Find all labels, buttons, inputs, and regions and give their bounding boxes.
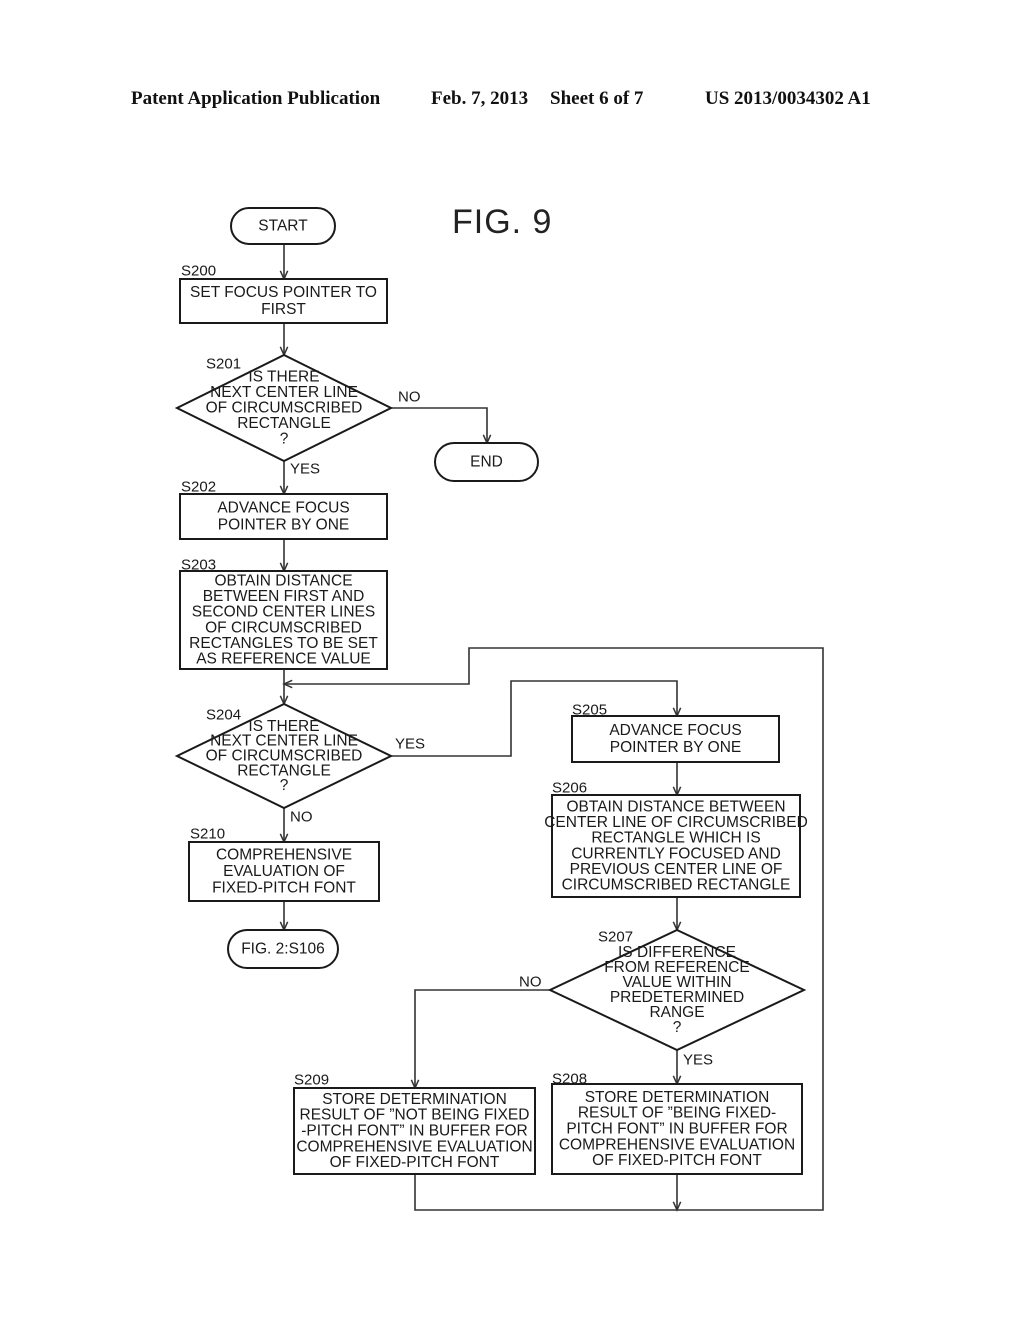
s205-line: ADVANCE FOCUS xyxy=(609,722,741,739)
s210-line: COMPREHENSIVE xyxy=(216,847,352,864)
s206-line: OBTAIN DISTANCE BETWEEN xyxy=(566,799,785,816)
step-label-s204: S204 xyxy=(206,707,241,724)
branch-label-s201-no: NO xyxy=(398,389,421,406)
branch-label-s201-yes: YES xyxy=(290,461,320,478)
s208-line: PITCH FONT” IN BUFFER FOR xyxy=(566,1121,787,1138)
s201-line: NEXT CENTER LINE xyxy=(210,384,358,401)
s201-line: RECTANGLE xyxy=(237,415,331,432)
step-label-s210: S210 xyxy=(190,826,225,843)
s203-line: BETWEEN FIRST AND xyxy=(203,588,365,605)
s206-line: CENTER LINE OF CIRCUMSCRIBED xyxy=(544,814,808,831)
s209-line: RESULT OF ”NOT BEING FIXED xyxy=(300,1107,530,1124)
s207-line: ? xyxy=(673,1019,682,1036)
ref-line: FIG. 2:S106 xyxy=(241,941,325,958)
step-label-s202: S202 xyxy=(181,479,216,496)
patent-drawing-sheet: Patent Application Publication Feb. 7, 2… xyxy=(0,0,1024,1320)
s206-line: PREVIOUS CENTER LINE OF xyxy=(570,861,783,878)
s208-line: OF FIXED-PITCH FONT xyxy=(592,1152,762,1169)
edge-s209-merge xyxy=(414,1174,677,1211)
s208-line: STORE DETERMINATION xyxy=(585,1089,770,1106)
s201-line: IS THERE xyxy=(248,369,319,386)
s210-line: FIXED-PITCH FONT xyxy=(212,880,356,897)
step-label-s206: S206 xyxy=(552,780,587,797)
s203-line: OBTAIN DISTANCE xyxy=(214,573,352,590)
s206-line: RECTANGLE WHICH IS xyxy=(591,830,760,847)
s201-line: ? xyxy=(280,431,289,448)
s203-line: OF CIRCUMSCRIBED xyxy=(205,619,362,636)
s203-line: SECOND CENTER LINES xyxy=(192,604,375,621)
s206-line: CIRCUMSCRIBED RECTANGLE xyxy=(562,877,791,894)
branch-label-s204-yes: YES xyxy=(395,736,425,753)
step-label-s208: S208 xyxy=(552,1071,587,1088)
step-label-s207: S207 xyxy=(598,929,633,946)
s203-line: RECTANGLES TO BE SET xyxy=(189,635,378,652)
s204-line: ? xyxy=(280,777,289,794)
flowchart: STARTENDFIG. 2:S106SET FOCUS POINTER TOF… xyxy=(174,207,824,1212)
end-line: END xyxy=(470,454,503,471)
nodes: STARTENDFIG. 2:S106SET FOCUS POINTER TOF… xyxy=(174,207,808,1175)
step-label-s203: S203 xyxy=(181,557,216,574)
step-label-s200: S200 xyxy=(181,263,216,280)
s200-line: SET FOCUS POINTER TO xyxy=(190,284,377,301)
s206-line: CURRENTLY FOCUSED AND xyxy=(571,845,781,862)
s205-line: POINTER BY ONE xyxy=(610,739,742,756)
step-label-s201: S201 xyxy=(206,356,241,373)
s209-line: STORE DETERMINATION xyxy=(322,1091,507,1108)
s208-line: RESULT OF ”BEING FIXED- xyxy=(578,1105,776,1122)
s203-line: AS REFERENCE VALUE xyxy=(196,651,371,668)
step-label-s205: S205 xyxy=(572,702,607,719)
step-label-s209: S209 xyxy=(294,1072,329,1089)
s209-line: OF FIXED-PITCH FONT xyxy=(330,1154,500,1171)
s209-line: COMPREHENSIVE EVALUATION xyxy=(296,1138,532,1155)
edge-s201-end xyxy=(391,407,488,443)
s210-line: EVALUATION OF xyxy=(223,863,345,880)
start-line: START xyxy=(258,218,308,235)
branch-label-s207-no: NO xyxy=(519,974,542,991)
s209-line: -PITCH FONT” IN BUFFER FOR xyxy=(301,1123,527,1140)
s202-line: ADVANCE FOCUS xyxy=(217,500,349,517)
s201-line: OF CIRCUMSCRIBED xyxy=(206,400,363,417)
branch-label-s207-yes: YES xyxy=(683,1052,713,1069)
s202-line: POINTER BY ONE xyxy=(218,517,350,534)
s200-line: FIRST xyxy=(261,301,306,318)
branch-label-s204-no: NO xyxy=(290,809,313,826)
s208-line: COMPREHENSIVE EVALUATION xyxy=(559,1136,795,1153)
edge-s207-s209 xyxy=(414,989,550,1088)
